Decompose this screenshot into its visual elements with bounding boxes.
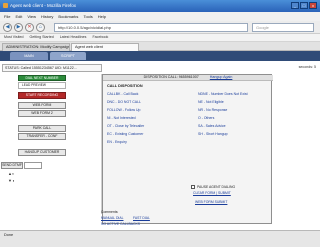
- disposition-heading: CALL DISPOSITION: [107, 84, 143, 88]
- start-recording-button[interactable]: START RECORDING: [18, 92, 66, 99]
- address-bar[interactable]: http://10.0.0.5/agc/vicidial.php: [54, 23, 248, 32]
- navigation-bar: ◀ ▶ ✕ ⌂ http://10.0.0.5/agc/vicidial.php…: [0, 21, 320, 34]
- window-controls: _ □ x: [291, 2, 317, 9]
- bookmark-facebook[interactable]: Facebook: [92, 35, 108, 40]
- disposition-option[interactable]: FOLLOW - Follow Up: [107, 108, 140, 112]
- menu-tools[interactable]: Tools: [83, 14, 92, 19]
- tab-agent-web-client[interactable]: Agent web client: [71, 43, 139, 51]
- menu-edit[interactable]: Edit: [15, 14, 22, 19]
- disposition-option[interactable]: CALLBK - Call Back: [107, 92, 138, 96]
- volume-up-icon[interactable]: ▲◐: [8, 171, 14, 176]
- page-content: MAIN SCRIPT STATUS: Called 15551234567 U…: [0, 51, 320, 230]
- stop-icon[interactable]: ✕: [25, 23, 34, 32]
- window-titlebar: Agent web client - Mozilla Firefox _ □ x: [0, 0, 320, 12]
- menu-bookmarks[interactable]: Bookmarks: [58, 14, 78, 19]
- disposition-dialog: DISPOSITION CALL: 9655961007 Hangup Agai…: [102, 74, 273, 224]
- park-call-button[interactable]: PARK CALL: [18, 125, 66, 132]
- disposition-title: DISPOSITION CALL: 9655961007: [143, 75, 199, 79]
- disposition-option[interactable]: NE - Not Eligible: [198, 100, 224, 104]
- pause-agent-checkbox[interactable]: PAUSE AGENT DIALING: [191, 185, 236, 190]
- volume-down-icon[interactable]: ▼◑: [8, 178, 14, 183]
- dial-next-button[interactable]: DIAL NEXT NUMBER: [18, 75, 66, 81]
- web-form-submit-link[interactable]: WEB FORM SUBMIT: [195, 200, 227, 204]
- menu-view[interactable]: View: [27, 14, 36, 19]
- manual-dial-link[interactable]: MANUAL DIAL: [101, 216, 123, 220]
- bookmark-latest-headlines[interactable]: Latest Headlines: [60, 35, 87, 40]
- pause-agent-label: PAUSE AGENT DIALING: [197, 185, 236, 189]
- disposition-option[interactable]: NI - Not Interested: [107, 116, 136, 120]
- fast-dial-link[interactable]: FAST DIAL: [133, 216, 150, 220]
- dtmf-input[interactable]: [24, 162, 42, 169]
- agent-control-panel: DIAL NEXT NUMBER LEAD PREVIEW START RECO…: [0, 74, 100, 230]
- web-form-button[interactable]: WEB FORM: [18, 102, 66, 109]
- disposition-option[interactable]: O - Others: [198, 116, 214, 120]
- browser-status-bar: Done: [0, 230, 320, 247]
- disposition-option[interactable]: SA - Sales Advice: [198, 124, 226, 128]
- menu-bar: File Edit View History Bookmarks Tools H…: [0, 12, 320, 21]
- back-arrow-icon[interactable]: ◀: [3, 23, 12, 32]
- firefox-icon: [3, 3, 8, 8]
- call-status-line: STATUS: Called 15551234567 UID: M1122...: [2, 64, 102, 72]
- forward-arrow-icon[interactable]: ▶: [14, 23, 23, 32]
- window-title: Agent web client - Mozilla Firefox: [10, 3, 77, 8]
- disposition-title-bar: DISPOSITION CALL: 9655961007 Hangup Agai…: [103, 75, 273, 81]
- hangup-customer-button[interactable]: HANGUP CUSTOMER: [18, 149, 66, 156]
- search-input[interactable]: Google: [252, 23, 314, 32]
- comments-label: Comments:: [101, 210, 119, 214]
- minimize-button[interactable]: _: [291, 2, 299, 9]
- bookmark-most-visited[interactable]: Most Visited: [4, 35, 24, 40]
- app-tab-strip: MAIN SCRIPT: [0, 51, 320, 61]
- close-button[interactable]: x: [309, 2, 317, 9]
- menu-history[interactable]: History: [41, 14, 53, 19]
- callbacks-status: NO ACTIVE CALLBACKS: [101, 222, 141, 226]
- seconds-counter: seconds: 5: [298, 65, 316, 69]
- bookmark-getting-started[interactable]: Getting Started: [30, 35, 54, 40]
- clear-submit-links[interactable]: CLEAR FORM | SUBMIT: [193, 191, 231, 195]
- disposition-option[interactable]: OT - Close by Telecaller: [107, 124, 144, 128]
- web-form-2-button[interactable]: WEB FORM 2: [18, 110, 66, 117]
- disposition-option[interactable]: NR - No Response: [198, 108, 227, 112]
- transfer-conf-button[interactable]: TRANSFER - CONF: [18, 133, 66, 140]
- bookmarks-toolbar: Most Visited Getting Started Latest Head…: [0, 34, 320, 42]
- home-icon[interactable]: ⌂: [36, 23, 45, 32]
- lead-preview-checkbox[interactable]: LEAD PREVIEW: [18, 82, 66, 89]
- disposition-option[interactable]: EC - Existing Customer: [107, 132, 143, 136]
- disposition-option[interactable]: EN - Enquiry: [107, 140, 127, 144]
- tab-main[interactable]: MAIN: [10, 52, 48, 60]
- checkbox-icon[interactable]: [191, 185, 195, 190]
- tab-bar: ADMINISTRATION: Modify Campaign Agent we…: [0, 42, 320, 51]
- tab-admin[interactable]: ADMINISTRATION: Modify Campaign: [2, 43, 70, 51]
- menu-file[interactable]: File: [4, 14, 10, 19]
- tab-script[interactable]: SCRIPT: [50, 52, 86, 60]
- disposition-option[interactable]: NDNE - Number Does Not Exist: [198, 92, 248, 96]
- maximize-button[interactable]: □: [300, 2, 308, 9]
- send-dtmf-button[interactable]: SEND DTMF: [1, 162, 23, 169]
- hangup-again-link[interactable]: Hangup Again: [210, 75, 233, 79]
- disposition-option[interactable]: DNC - DO NOT CALL: [107, 100, 141, 104]
- disposition-option[interactable]: SH - Short Hangup: [198, 132, 228, 136]
- menu-help[interactable]: Help: [98, 14, 106, 19]
